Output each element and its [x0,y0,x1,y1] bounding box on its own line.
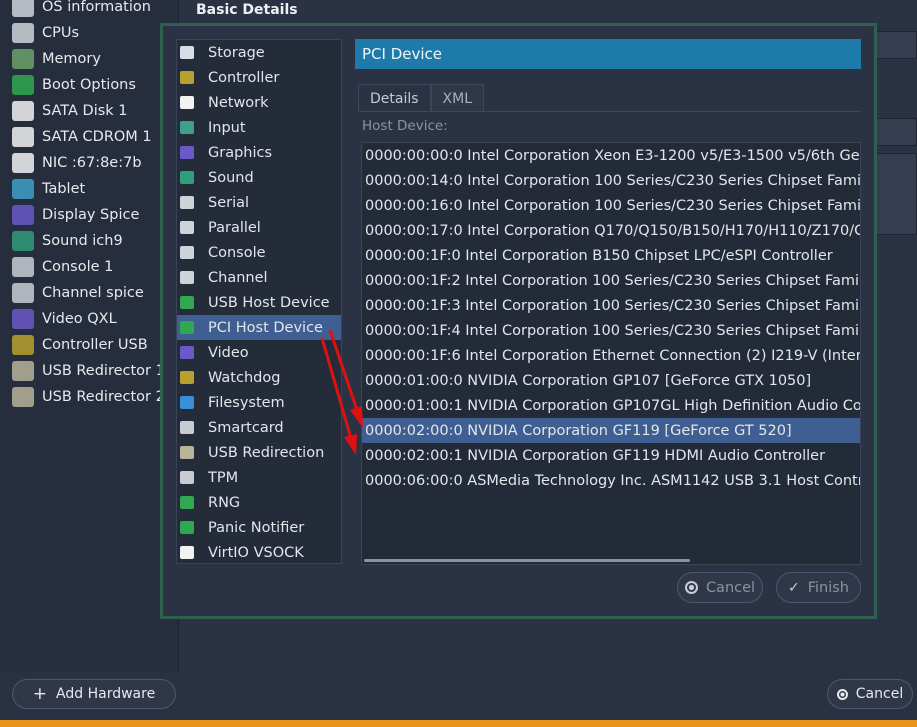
annotation-arrows [320,329,363,455]
